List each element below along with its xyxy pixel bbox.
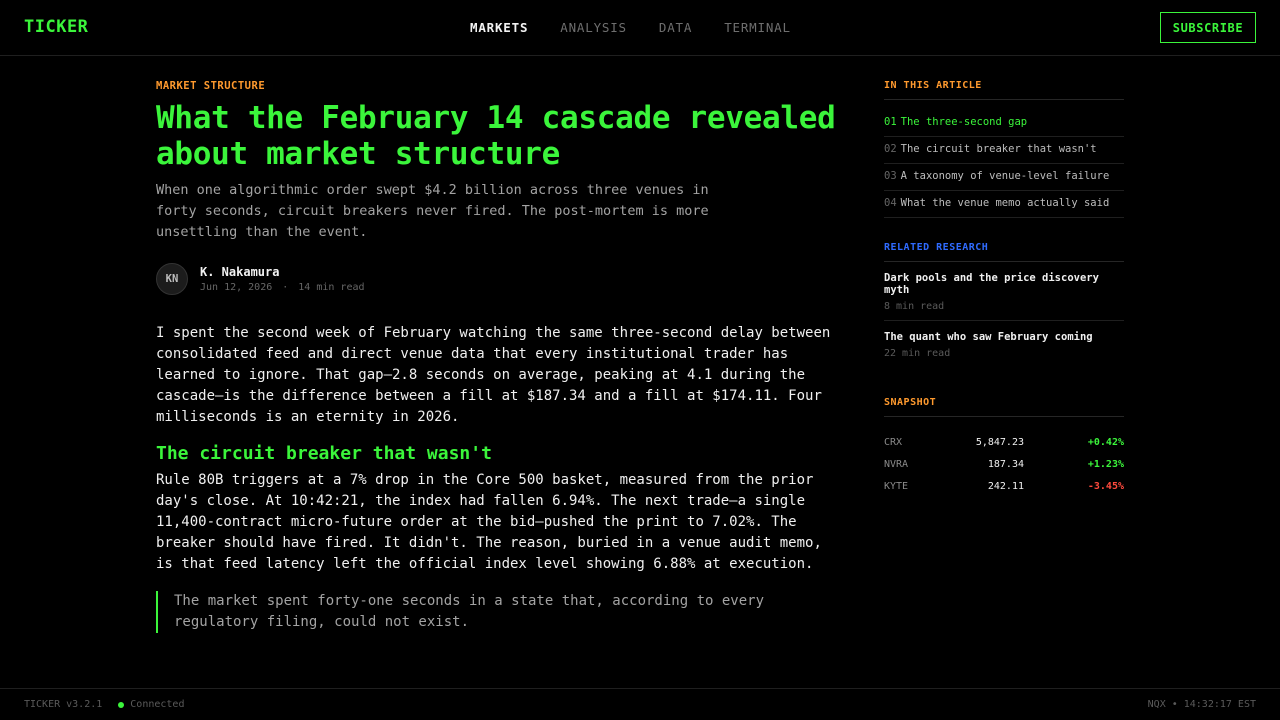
author-block: K. Nakamura Jun 12, 2026 · 14 min read bbox=[200, 265, 365, 293]
toc-label: The three-second gap bbox=[900, 116, 1028, 128]
footer-left: TICKER v3.2.1 Connected bbox=[24, 699, 184, 710]
logo[interactable]: TICKER bbox=[24, 17, 88, 37]
related-list: Dark pools and the price discovery myth … bbox=[884, 262, 1124, 367]
ticker-change: +0.42% bbox=[1087, 436, 1124, 448]
toc-number: 02 bbox=[884, 143, 897, 155]
status-bar: TICKER v3.2.1 Connected NQX • 14:32:17 E… bbox=[0, 688, 1280, 720]
related-item-title: Dark pools and the price discovery myth bbox=[884, 272, 1099, 296]
related-item-time: 8 min read bbox=[884, 301, 945, 312]
body-paragraph: I spent the second week of February watc… bbox=[156, 325, 831, 425]
connection-status: Connected bbox=[118, 699, 184, 710]
publish-date: Jun 12, 2026 bbox=[200, 282, 273, 293]
ticker-symbol: KYTE bbox=[884, 480, 909, 492]
related-item-time: 22 min read bbox=[884, 348, 951, 359]
status-dot-icon bbox=[118, 701, 125, 708]
exchange-code: NQX bbox=[1147, 699, 1166, 710]
pull-quote: The market spent forty-one seconds in a … bbox=[156, 591, 796, 633]
related-item[interactable]: The quant who saw February coming 22 min… bbox=[884, 321, 1124, 367]
ticker-change: +1.23% bbox=[1087, 458, 1124, 470]
snapshot-table: CRX 5,847.23 +0.42% NVRA 187.34 +1.23% K… bbox=[884, 431, 1124, 497]
ticker-price: 242.11 bbox=[987, 480, 1024, 492]
article-meta: Jun 12, 2026 · 14 min read bbox=[200, 282, 365, 293]
table-of-contents: 01 The three-second gap 02 The circuit bre… bbox=[884, 110, 1124, 218]
toc-item[interactable]: 01 The three-second gap bbox=[884, 110, 1124, 137]
toc-number: 03 bbox=[884, 170, 897, 182]
related-item[interactable]: Dark pools and the price discovery myth … bbox=[884, 262, 1124, 321]
footer-right: NQX • 14:32:17 EST bbox=[1148, 699, 1256, 710]
author-avatar[interactable]: KN bbox=[156, 263, 188, 295]
ticker-row[interactable]: NVRA 187.34 +1.23% bbox=[884, 453, 1124, 475]
meta-separator: · bbox=[282, 282, 289, 293]
ticker-row[interactable]: KYTE 242.11 -3.45% bbox=[884, 475, 1124, 497]
top-bar: TICKER MARKETS ANALYSIS DATA TERMINAL SU… bbox=[0, 0, 1280, 56]
toc-item[interactable]: 02 The circuit breaker that wasn't bbox=[884, 137, 1124, 164]
toc-label: The circuit breaker that wasn't bbox=[900, 143, 1097, 155]
footer-separator: • bbox=[1171, 699, 1178, 710]
article-headline: What the February 14 cascade revealed ab… bbox=[156, 100, 836, 172]
toc-item[interactable]: 04 What the venue memo actually said bbox=[884, 191, 1124, 218]
ticker-price: 187.34 bbox=[987, 458, 1024, 470]
related-item-title: The quant who saw February coming bbox=[884, 331, 1093, 343]
toc-item[interactable]: 03 A taxonomy of venue-level failure bbox=[884, 164, 1124, 191]
article-category[interactable]: MARKET STRUCTURE bbox=[156, 80, 836, 92]
author-name[interactable]: K. Nakamura bbox=[200, 265, 365, 279]
article: MARKET STRUCTURE What the February 14 ca… bbox=[156, 80, 836, 633]
section-heading: The circuit breaker that wasn't bbox=[156, 443, 492, 464]
ticker-symbol: CRX bbox=[884, 436, 903, 448]
body-paragraph: Rule 80B triggers at a 7% drop in the Co… bbox=[156, 472, 822, 572]
nav-data[interactable]: DATA bbox=[659, 20, 692, 35]
app-version: TICKER v3.2.1 bbox=[24, 699, 103, 710]
nav-terminal[interactable]: TERMINAL bbox=[724, 20, 791, 35]
toc-title: IN THIS ARTICLE bbox=[884, 80, 1124, 100]
ticker-change: -3.45% bbox=[1087, 480, 1124, 492]
sidebar: IN THIS ARTICLE 01 The three-second gap 0… bbox=[884, 80, 1124, 497]
connection-label: Connected bbox=[130, 699, 185, 710]
subscribe-button[interactable]: SUBSCRIBE bbox=[1160, 12, 1256, 43]
main-nav: MARKETS ANALYSIS DATA TERMINAL bbox=[470, 20, 791, 35]
snapshot-title: SNAPSHOT bbox=[884, 397, 1124, 417]
related-title: RELATED RESEARCH bbox=[884, 242, 1124, 262]
ticker-row[interactable]: CRX 5,847.23 +0.42% bbox=[884, 431, 1124, 453]
toc-label: What the venue memo actually said bbox=[900, 197, 1110, 209]
ticker-price: 5,847.23 bbox=[975, 436, 1024, 448]
toc-label: A taxonomy of venue-level failure bbox=[900, 170, 1110, 182]
ticker-symbol: NVRA bbox=[884, 458, 909, 470]
market-clock: 14:32:17 EST bbox=[1183, 699, 1256, 710]
read-time: 14 min read bbox=[298, 282, 365, 293]
toc-number: 01 bbox=[884, 116, 897, 128]
nav-markets[interactable]: MARKETS bbox=[470, 20, 528, 35]
nav-analysis[interactable]: ANALYSIS bbox=[560, 20, 627, 35]
article-dek: When one algorithmic order swept $4.2 bi… bbox=[156, 182, 709, 240]
toc-number: 04 bbox=[884, 197, 897, 209]
byline: KN K. Nakamura Jun 12, 2026 · 14 min rea… bbox=[156, 263, 836, 295]
